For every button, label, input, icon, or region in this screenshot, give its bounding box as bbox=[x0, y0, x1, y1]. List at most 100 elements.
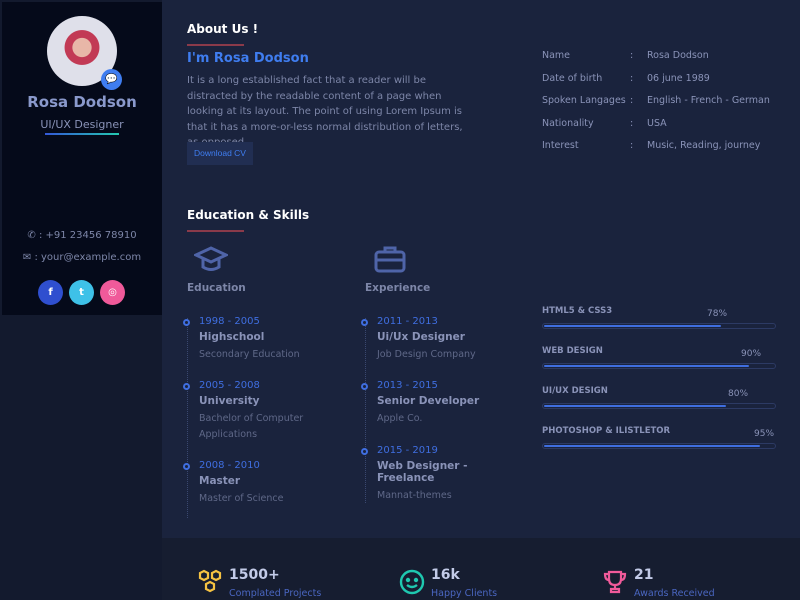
timeline-item: 2011 - 2013 Ui/Ux Designer Job Design Comp… bbox=[361, 316, 497, 363]
heading-underline bbox=[187, 230, 244, 232]
info-value: USA bbox=[647, 117, 667, 129]
education-title: Education bbox=[187, 282, 246, 294]
info-separator: : bbox=[630, 72, 634, 84]
about-text: It is a long established fact that a rea… bbox=[187, 75, 463, 148]
info-label: Date of birth bbox=[542, 72, 603, 84]
timeline-dot-icon bbox=[183, 383, 190, 390]
mail-icon: ✉ bbox=[22, 252, 35, 263]
phone-icon: ✆ bbox=[27, 230, 39, 241]
skill-percent: 95% bbox=[754, 429, 775, 439]
skill-item: WEB DESIGN 90% bbox=[542, 346, 776, 369]
info-separator: : bbox=[630, 95, 634, 106]
profile-name: Rosa Dodson bbox=[27, 93, 137, 111]
skill-name: PHOTOSHOP & ILISTLETOR bbox=[542, 426, 671, 436]
skill-progress-bar bbox=[542, 443, 776, 449]
intro-name: I'm Rosa Dodson bbox=[187, 51, 309, 66]
skill-progress-fill bbox=[544, 405, 726, 407]
timeline-dot-icon bbox=[183, 463, 190, 470]
timeline-title: Master bbox=[199, 475, 241, 487]
graduation-cap-icon bbox=[192, 245, 230, 273]
timeline-item: 1998 - 2005 Highschool Secondary Education bbox=[183, 316, 319, 363]
dribbble-icon[interactable]: ◎ bbox=[100, 280, 125, 305]
personal-info: Name: Rosa Dodson Date of birth: 06 june 19… bbox=[542, 50, 770, 163]
profile-sidebar: 💬 Rosa Dodson UI/UX Designer ✆ : +91 234… bbox=[2, 2, 162, 315]
info-separator: : bbox=[630, 50, 634, 61]
phone-contact: ✆ : +91 23456 78910 bbox=[2, 230, 162, 241]
stat-value: 1500+ bbox=[229, 567, 280, 583]
timeline-years: 2011 - 2013 bbox=[377, 316, 438, 327]
stat-label: Complated Projects bbox=[229, 588, 322, 599]
main-panel: About Us ! I'm Rosa Dodson It is a long … bbox=[162, 0, 800, 538]
social-links: f t ◎ bbox=[38, 280, 125, 305]
skill-item: PHOTOSHOP & ILISTLETOR 95% bbox=[542, 426, 776, 449]
skill-percent: 90% bbox=[741, 349, 762, 359]
timeline-years: 2005 - 2008 bbox=[199, 380, 260, 391]
timeline-item: 2013 - 2015 Senior Developer Apple Co. bbox=[361, 380, 497, 427]
timeline-subtitle: Mannat-themes bbox=[377, 490, 452, 501]
timeline-subtitle: Bachelor of Computer Applications bbox=[199, 413, 304, 440]
phone-text: : +91 23456 78910 bbox=[38, 230, 137, 241]
timeline-subtitle: Master of Science bbox=[199, 493, 284, 504]
timeline-years: 1998 - 2005 bbox=[199, 316, 260, 327]
timeline-dot-icon bbox=[361, 448, 368, 455]
timeline-dot-icon bbox=[361, 319, 368, 326]
timeline-title: Senior Developer bbox=[377, 395, 480, 407]
info-row: Name: Rosa Dodson bbox=[542, 50, 770, 73]
trophy-icon bbox=[602, 569, 628, 599]
stats-bar: 1500+ Complated Projects 16k Happy Clients 2… bbox=[162, 538, 800, 600]
info-row: Spoken Langages: English - French - Germa… bbox=[542, 95, 770, 118]
briefcase-icon bbox=[374, 245, 406, 273]
skill-progress-fill bbox=[544, 325, 722, 327]
about-heading: About Us ! bbox=[187, 22, 259, 36]
stat-label: Awards Received bbox=[634, 588, 715, 599]
skill-percent: 80% bbox=[728, 389, 749, 399]
education-timeline: 1998 - 2005 Highschool Secondary Education… bbox=[183, 316, 303, 518]
timeline-years: 2008 - 2010 bbox=[199, 460, 260, 471]
email-contact: ✉ : your@example.com bbox=[2, 252, 162, 263]
info-label: Spoken Langages bbox=[542, 95, 626, 106]
experience-timeline: 2011 - 2013 Ui/Ux Designer Job Design Comp… bbox=[361, 316, 479, 503]
info-separator: : bbox=[630, 117, 634, 129]
stat-value: 21 bbox=[634, 567, 654, 583]
experience-title: Experience bbox=[365, 282, 431, 294]
stat-value: 16k bbox=[431, 567, 460, 583]
info-row: Interest: Music, Reading, journey bbox=[542, 140, 770, 163]
timeline-title: Highschool bbox=[199, 331, 265, 343]
avatar: 💬 bbox=[47, 16, 122, 90]
chat-icon[interactable]: 💬 bbox=[101, 69, 122, 90]
role-underline bbox=[45, 133, 119, 135]
timeline-title: Ui/Ux Designer bbox=[377, 331, 465, 343]
email-text: : your@example.com bbox=[34, 252, 142, 263]
facebook-icon[interactable]: f bbox=[38, 280, 63, 305]
timeline-item: 2015 - 2019 Web Designer - Freelance Manna… bbox=[361, 445, 497, 504]
info-value: 06 june 1989 bbox=[647, 72, 710, 84]
profile-role: UI/UX Designer bbox=[40, 118, 124, 131]
timeline-subtitle: Job Design Company bbox=[377, 349, 476, 360]
skill-item: UI/UX DESIGN 80% bbox=[542, 386, 776, 409]
info-label: Nationality bbox=[542, 117, 594, 129]
smiley-icon bbox=[399, 569, 425, 599]
heading-underline bbox=[187, 44, 244, 46]
info-separator: : bbox=[630, 140, 634, 151]
stat-label: Happy Clients bbox=[431, 588, 498, 599]
skill-name: HTML5 & CSS3 bbox=[542, 306, 613, 316]
skill-progress-bar bbox=[542, 363, 776, 369]
info-label: Name bbox=[542, 50, 571, 61]
download-cv-button[interactable]: Download CV bbox=[187, 142, 253, 165]
timeline-subtitle: Apple Co. bbox=[377, 413, 423, 424]
info-row: Date of birth: 06 june 1989 bbox=[542, 73, 770, 96]
timeline-subtitle: Secondary Education bbox=[199, 349, 300, 360]
timeline-dot-icon bbox=[183, 319, 190, 326]
skill-progress-fill bbox=[544, 365, 749, 367]
info-value: Rosa Dodson bbox=[647, 50, 709, 61]
hexagons-icon bbox=[197, 569, 223, 599]
skill-item: HTML5 & CSS3 78% bbox=[542, 306, 776, 329]
info-value: Music, Reading, journey bbox=[647, 140, 761, 151]
info-value: English - French - German bbox=[647, 95, 770, 106]
timeline-title: University bbox=[199, 395, 260, 407]
info-row: Nationality: USA bbox=[542, 118, 770, 141]
timeline-title: Web Designer - Freelance bbox=[377, 460, 468, 484]
twitter-icon[interactable]: t bbox=[69, 280, 94, 305]
timeline-item: 2005 - 2008 University Bachelor of Compute… bbox=[183, 380, 319, 442]
skill-progress-bar bbox=[542, 323, 776, 329]
